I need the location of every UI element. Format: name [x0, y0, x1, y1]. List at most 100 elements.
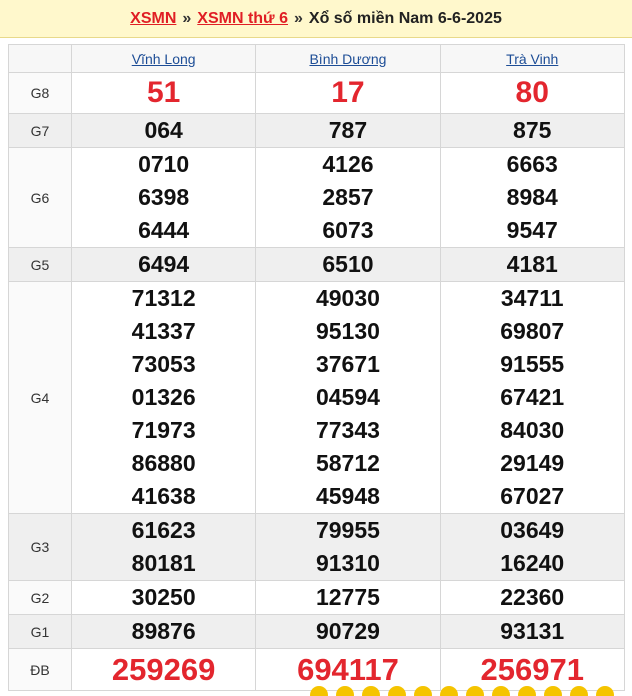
prize-number: 22360 — [500, 584, 565, 610]
prize-number: 49030 — [315, 285, 380, 311]
prize-number: 69807 — [500, 318, 565, 344]
prize-cell: 22360 — [439, 580, 625, 615]
prize-number: 71312 — [131, 285, 196, 311]
prize-cell: 61623 80181 — [70, 513, 257, 581]
prize-cell: 064 — [70, 113, 257, 148]
prize-number: 6494 — [138, 251, 190, 277]
prize-number: 58712 — [315, 450, 380, 476]
prize-row-special: ĐB 259269 694117 256971 — [8, 648, 625, 691]
prize-row-g7: G7 064 787 875 — [8, 113, 625, 148]
breadcrumb-separator: » — [293, 9, 303, 27]
prize-number: 51 — [146, 76, 181, 109]
prize-number: 61623 — [131, 517, 196, 543]
dot-icon — [310, 686, 328, 696]
prize-number: 67421 — [500, 384, 565, 410]
prize-label: G2 — [8, 580, 72, 615]
prize-number: 30250 — [131, 584, 196, 610]
prize-number: 6398 — [138, 184, 190, 210]
prize-cell: 6663 8984 9547 — [439, 147, 625, 248]
prize-label: G5 — [8, 247, 72, 282]
prize-label: G8 — [8, 72, 72, 114]
prize-number: 6444 — [138, 217, 190, 243]
prize-cell: 30250 — [70, 580, 257, 615]
prize-number: 4126 — [322, 151, 374, 177]
prize-number: 8984 — [506, 184, 558, 210]
dot-icon — [570, 686, 588, 696]
prize-number: 89876 — [131, 618, 196, 644]
prize-number: 79955 — [315, 517, 380, 543]
province-link-binh-duong[interactable]: Bình Dương — [309, 51, 386, 67]
prize-cell: 787 — [255, 113, 441, 148]
prize-label: G1 — [8, 614, 72, 649]
prize-number: 93131 — [500, 618, 565, 644]
prize-label: G7 — [8, 113, 72, 148]
province-link-vinh-long[interactable]: Vĩnh Long — [132, 51, 196, 67]
prize-cell: 34711 69807 91555 67421 84030 29149 6702… — [439, 281, 625, 514]
prize-row-g1: G1 89876 90729 93131 — [8, 614, 625, 649]
prize-number: 41337 — [131, 318, 196, 344]
prize-cell: 259269 — [70, 648, 257, 691]
breadcrumb-xsmn-link[interactable]: XSMN — [130, 10, 176, 28]
prize-cell: 4126 2857 6073 — [255, 147, 441, 248]
province-link-tra-vinh[interactable]: Trà Vinh — [506, 51, 558, 67]
prize-number: 80181 — [131, 550, 196, 576]
breadcrumb-separator: » — [182, 9, 192, 27]
prize-cell: 71312 41337 73053 01326 71973 86880 4163… — [70, 281, 257, 514]
prize-cell: 80 — [439, 72, 625, 114]
prize-row-g6: G6 0710 6398 6444 4126 2857 6073 6663 89… — [8, 147, 625, 248]
prize-number: 67027 — [500, 483, 565, 509]
prize-number: 6510 — [322, 251, 374, 277]
prize-cell: 89876 — [70, 614, 257, 649]
prize-row-g4: G4 71312 41337 73053 01326 71973 86880 4… — [8, 281, 625, 514]
prize-cell: 93131 — [439, 614, 625, 649]
prize-number: 4181 — [506, 251, 558, 277]
prize-cell: 6510 — [255, 247, 441, 282]
prize-number: 34711 — [500, 285, 564, 311]
prize-number: 9547 — [506, 217, 558, 243]
prize-number: 0710 — [138, 151, 190, 177]
breadcrumb: XSMN » XSMN thứ 6 » Xổ số miền Nam 6-6-2… — [0, 0, 632, 38]
province-header: Bình Dương — [255, 44, 441, 73]
prize-number: 064 — [144, 117, 183, 143]
prize-number: 91310 — [315, 550, 380, 576]
prize-cell: 256971 — [439, 648, 625, 691]
special-prize-number: 694117 — [297, 651, 399, 687]
prize-number: 95130 — [315, 318, 380, 344]
prize-number: 71973 — [131, 417, 196, 443]
prize-number: 77343 — [315, 417, 380, 443]
prize-number: 03649 — [500, 517, 565, 543]
dot-icon — [492, 686, 510, 696]
prize-number: 37671 — [315, 351, 380, 377]
prize-number: 80 — [515, 76, 549, 109]
prize-cell: 875 — [439, 113, 625, 148]
special-prize-number: 259269 — [111, 651, 216, 687]
dot-icon — [596, 686, 614, 696]
prize-number: 90729 — [315, 618, 380, 644]
dot-icon — [336, 686, 354, 696]
dot-icon — [388, 686, 406, 696]
province-header-row: Vĩnh Long Bình Dương Trà Vinh — [8, 44, 625, 73]
corner-cell — [8, 44, 72, 73]
loading-dots — [310, 686, 614, 696]
prize-row-g8: G8 51 17 80 — [8, 72, 625, 114]
prize-number: 6663 — [506, 151, 558, 177]
prize-cell: 90729 — [255, 614, 441, 649]
prize-number: 91555 — [500, 351, 565, 377]
prize-number: 29149 — [500, 450, 565, 476]
prize-cell: 4181 — [439, 247, 625, 282]
prize-cell: 0710 6398 6444 — [70, 147, 257, 248]
prize-cell: 694117 — [255, 648, 441, 691]
prize-number: 41638 — [131, 483, 196, 509]
breadcrumb-xsmn-thu6-link[interactable]: XSMN thứ 6 — [197, 10, 288, 28]
province-header: Vĩnh Long — [70, 44, 257, 73]
special-prize-number: 256971 — [480, 651, 584, 687]
prize-number: 16240 — [500, 550, 565, 576]
prize-cell: 49030 95130 37671 04594 77343 58712 4594… — [255, 281, 441, 514]
prize-number: 04594 — [315, 384, 380, 410]
prize-number: 84030 — [500, 417, 565, 443]
prize-number: 73053 — [131, 351, 196, 377]
province-header: Trà Vinh — [439, 44, 625, 73]
dot-icon — [544, 686, 562, 696]
lottery-results-table: Vĩnh Long Bình Dương Trà Vinh G8 51 17 8… — [8, 44, 625, 691]
prize-number: 2857 — [322, 184, 374, 210]
